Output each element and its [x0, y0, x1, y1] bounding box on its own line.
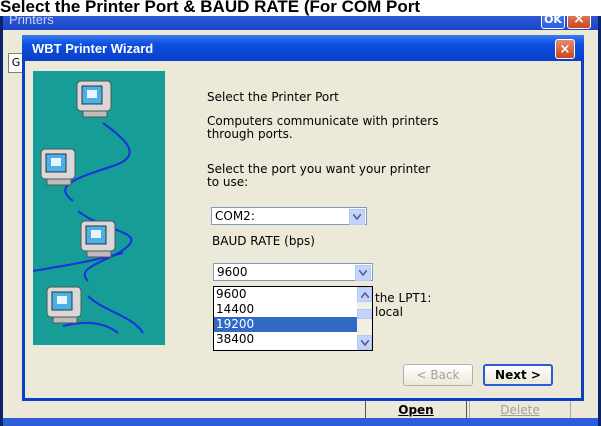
scroll-thumb[interactable] [357, 309, 372, 319]
back-button: < Back [403, 364, 473, 386]
dropdown-scrollbar[interactable] [357, 287, 372, 350]
baud-rate-dropdown-list[interactable]: 9600 14400 19200 38400 [213, 286, 373, 351]
wizard-description: Computers communicate with printers thro… [207, 115, 438, 141]
port-prompt-line: to use: [207, 175, 249, 189]
wizard-title-bar: WBT Printer Wizard × [22, 35, 584, 61]
baud-rate-value: 9600 [217, 265, 248, 279]
wizard-title: WBT Printer Wizard [32, 41, 154, 56]
computer-icon [43, 285, 87, 327]
baud-rate-select[interactable]: 9600 [213, 263, 373, 281]
computer-icon [37, 147, 81, 189]
baud-option[interactable]: 9600 [214, 287, 358, 302]
printers-bottom-edge [3, 418, 598, 426]
baud-option[interactable]: 38400 [214, 332, 358, 347]
wizard-close-button[interactable]: × [555, 39, 575, 59]
network-illustration [32, 71, 165, 345]
port-select[interactable]: COM2: [211, 207, 367, 225]
next-button[interactable]: Next > [483, 364, 553, 386]
scroll-down-icon[interactable] [357, 335, 372, 350]
wizard-heading: Select the Printer Port [207, 90, 339, 104]
computer-icon [77, 219, 121, 261]
description-line: through ports. [207, 127, 293, 141]
port-select-value: COM2: [215, 209, 255, 223]
baud-option-selected[interactable]: 19200 [214, 317, 358, 332]
baud-option[interactable]: 14400 [214, 302, 358, 317]
port-prompt: Select the port you want your printer to… [207, 163, 430, 189]
page-caption: Select the Printer Port & BAUD RATE (For… [0, 0, 601, 16]
computer-icon [73, 79, 117, 121]
baud-rate-label: BAUD RATE (bps) [212, 234, 315, 248]
scroll-up-icon[interactable] [357, 287, 372, 302]
printer-wizard-dialog: WBT Printer Wizard × Select the Printer … [22, 35, 584, 401]
chevron-down-icon[interactable] [349, 209, 365, 225]
chevron-down-icon[interactable] [355, 265, 371, 281]
